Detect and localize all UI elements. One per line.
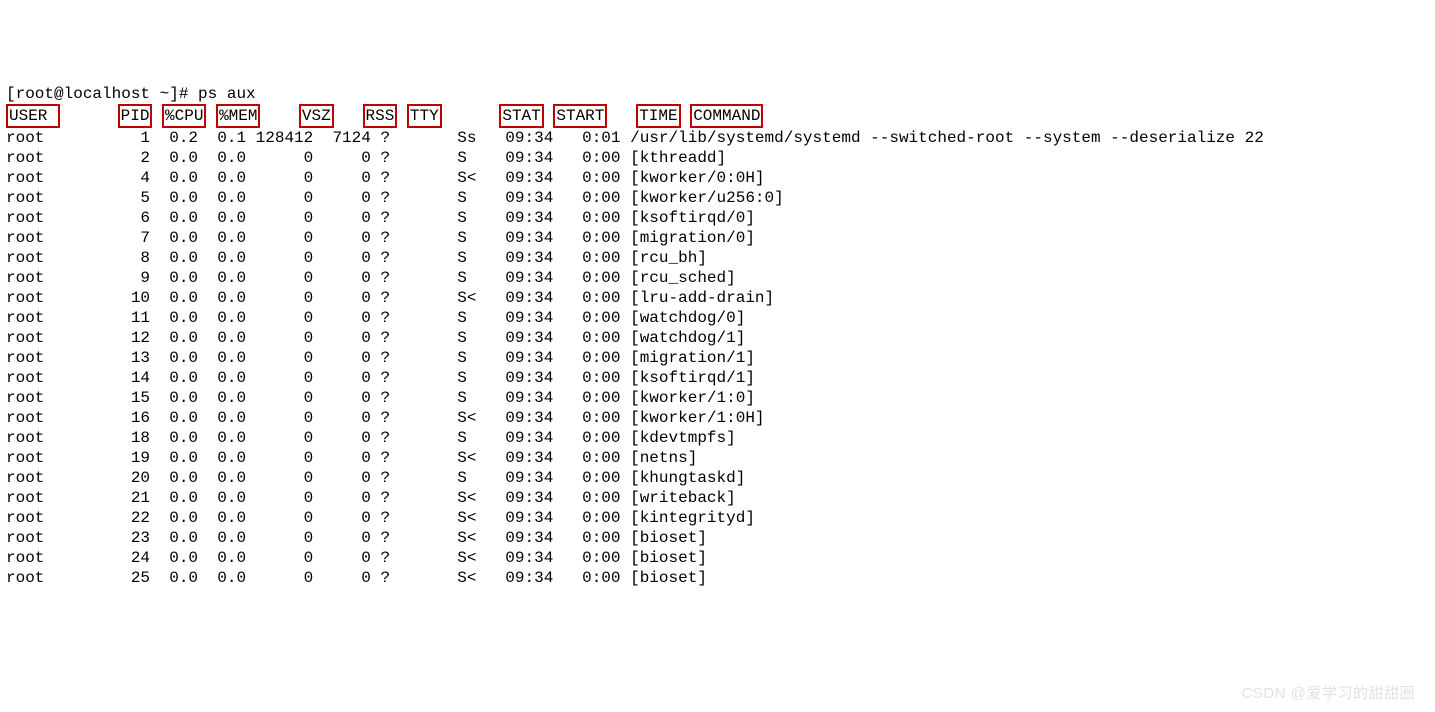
header-cpu: %CPU bbox=[162, 104, 206, 128]
header-stat: STAT bbox=[499, 104, 543, 128]
terminal-output: [root@localhost ~]# ps auxUSER PID %CPU … bbox=[6, 84, 1429, 588]
header-tty: TTY bbox=[407, 104, 442, 128]
process-row: root 22 0.0 0.0 0 0 ? S< 09:34 0:00 [kin… bbox=[6, 508, 1429, 528]
header-mem: %MEM bbox=[216, 104, 260, 128]
process-row: root 7 0.0 0.0 0 0 ? S 09:34 0:00 [migra… bbox=[6, 228, 1429, 248]
header-user: USER bbox=[6, 104, 60, 128]
process-row: root 20 0.0 0.0 0 0 ? S 09:34 0:00 [khun… bbox=[6, 468, 1429, 488]
prompt-line: [root@localhost ~]# ps aux bbox=[6, 84, 1429, 104]
process-row: root 23 0.0 0.0 0 0 ? S< 09:34 0:00 [bio… bbox=[6, 528, 1429, 548]
process-row: root 9 0.0 0.0 0 0 ? S 09:34 0:00 [rcu_s… bbox=[6, 268, 1429, 288]
process-row: root 11 0.0 0.0 0 0 ? S 09:34 0:00 [watc… bbox=[6, 308, 1429, 328]
process-row: root 24 0.0 0.0 0 0 ? S< 09:34 0:00 [bio… bbox=[6, 548, 1429, 568]
column-headers: USER PID %CPU %MEM VSZ RSS TTY STAT STAR… bbox=[6, 104, 1429, 128]
process-row: root 12 0.0 0.0 0 0 ? S 09:34 0:00 [watc… bbox=[6, 328, 1429, 348]
process-row: root 16 0.0 0.0 0 0 ? S< 09:34 0:00 [kwo… bbox=[6, 408, 1429, 428]
watermark-text: CSDN @爱学习的甜甜圈 bbox=[1242, 684, 1415, 704]
header-rss: RSS bbox=[363, 104, 398, 128]
process-row: root 13 0.0 0.0 0 0 ? S 09:34 0:00 [migr… bbox=[6, 348, 1429, 368]
process-row: root 21 0.0 0.0 0 0 ? S< 09:34 0:00 [wri… bbox=[6, 488, 1429, 508]
process-row: root 10 0.0 0.0 0 0 ? S< 09:34 0:00 [lru… bbox=[6, 288, 1429, 308]
process-row: root 25 0.0 0.0 0 0 ? S< 09:34 0:00 [bio… bbox=[6, 568, 1429, 588]
process-row: root 5 0.0 0.0 0 0 ? S 09:34 0:00 [kwork… bbox=[6, 188, 1429, 208]
process-row: root 19 0.0 0.0 0 0 ? S< 09:34 0:00 [net… bbox=[6, 448, 1429, 468]
process-row: root 14 0.0 0.0 0 0 ? S 09:34 0:00 [ksof… bbox=[6, 368, 1429, 388]
process-row: root 4 0.0 0.0 0 0 ? S< 09:34 0:00 [kwor… bbox=[6, 168, 1429, 188]
process-row: root 15 0.0 0.0 0 0 ? S 09:34 0:00 [kwor… bbox=[6, 388, 1429, 408]
header-vsz: VSZ bbox=[299, 104, 334, 128]
process-row: root 6 0.0 0.0 0 0 ? S 09:34 0:00 [ksoft… bbox=[6, 208, 1429, 228]
header-time: TIME bbox=[636, 104, 680, 128]
process-row: root 2 0.0 0.0 0 0 ? S 09:34 0:00 [kthre… bbox=[6, 148, 1429, 168]
header-pid: PID bbox=[118, 104, 153, 128]
process-row: root 18 0.0 0.0 0 0 ? S 09:34 0:00 [kdev… bbox=[6, 428, 1429, 448]
process-row: root 8 0.0 0.0 0 0 ? S 09:34 0:00 [rcu_b… bbox=[6, 248, 1429, 268]
header-command: COMMAND bbox=[690, 104, 763, 128]
process-row: root 1 0.2 0.1 128412 7124 ? Ss 09:34 0:… bbox=[6, 128, 1429, 148]
header-start: START bbox=[553, 104, 607, 128]
